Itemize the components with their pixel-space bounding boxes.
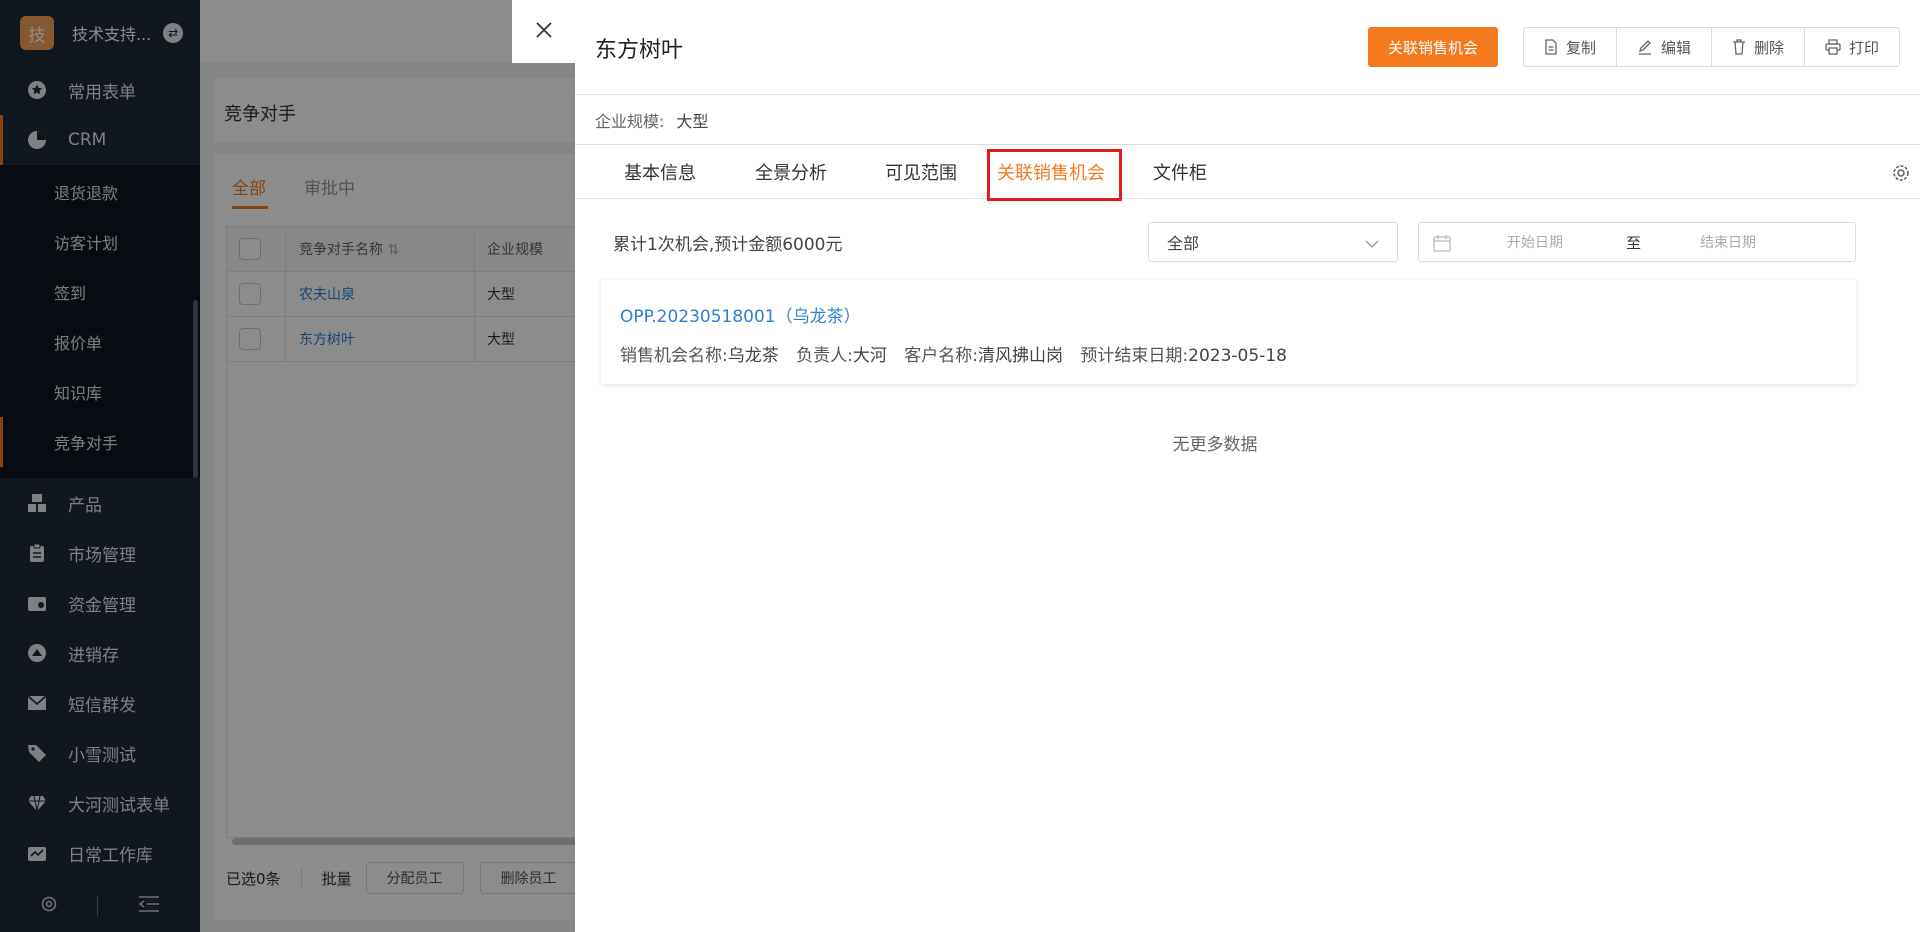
link-opportunity-button[interactable]: 关联销售机会 [1368,27,1498,67]
opportunity-details: 销售机会名称:乌龙茶 负责人:大河 客户名称:清风拂山岗 预计结束日期:2023… [620,346,1287,366]
tab-file-cabinet[interactable]: 文件柜 [1153,159,1207,185]
tab-basic-info[interactable]: 基本信息 [624,159,696,185]
field-label: 企业规模: [595,112,665,131]
chevron-down-icon [1365,233,1379,252]
field-value: 大型 [676,112,709,131]
print-button[interactable]: 打印 [1805,28,1899,66]
opportunity-owner: 大河 [852,346,887,366]
date-separator: 至 [1626,233,1642,252]
tab-visibility[interactable]: 可见范围 [885,159,957,185]
status-filter-select[interactable]: 全部 [1148,222,1398,262]
close-icon [535,21,553,43]
detail-tabs: 基本信息 全景分析 可见范围 关联销售机会 文件柜 [575,145,1920,201]
start-date-input[interactable]: 开始日期 [1507,232,1563,252]
edit-button[interactable]: 编辑 [1617,28,1713,66]
end-date-input[interactable]: 结束日期 [1700,232,1756,252]
gear-icon[interactable] [1890,162,1912,188]
calendar-icon [1433,234,1451,256]
trash-icon [1732,39,1746,55]
opportunity-end-date: 2023-05-18 [1188,346,1287,366]
copy-button[interactable]: 复制 [1524,28,1618,66]
delete-button[interactable]: 删除 [1712,28,1806,66]
opportunity-summary: 累计1次机会,预计金额6000元 [613,235,843,255]
print-icon [1825,39,1841,55]
close-drawer-button[interactable] [512,0,575,63]
opportunity-link[interactable]: OPP.20230518001（乌龙茶） [620,302,861,327]
divider [575,94,1920,95]
detail-drawer: 东方树叶 关联销售机会 复制 编辑 删除 打印 企业规模: 大型 基本信息 全景分… [575,0,1920,932]
tab-highlight-box [987,149,1122,201]
date-range-picker[interactable]: 开始日期 至 结束日期 [1418,222,1856,262]
company-size-field: 企业规模: 大型 [595,108,708,132]
opportunity-name: 乌龙茶 [727,346,779,366]
action-button-group: 复制 编辑 删除 打印 [1523,27,1901,67]
opportunity-card[interactable]: OPP.20230518001（乌龙茶） 销售机会名称:乌龙茶 负责人:大河 客… [601,280,1856,384]
tab-overview-analysis[interactable]: 全景分析 [755,159,827,185]
drawer-title: 东方树叶 [595,38,684,63]
select-value: 全部 [1167,234,1200,253]
copy-icon [1544,39,1558,55]
no-more-data: 无更多数据 [1172,435,1258,455]
opportunity-customer: 清风拂山岗 [978,346,1064,366]
edit-icon [1637,39,1653,55]
